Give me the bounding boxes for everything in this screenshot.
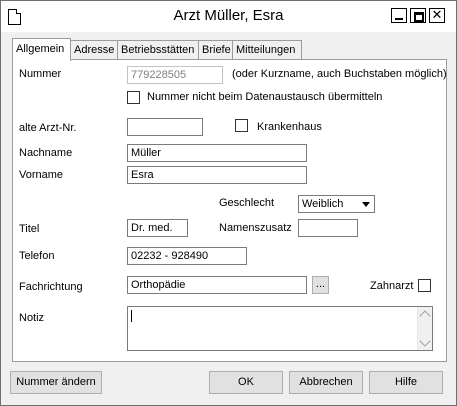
dialog-window: Arzt Müller, Esra ✕ Allgemein Adresse Be… (0, 0, 457, 406)
geschlecht-value: Weiblich (302, 198, 344, 210)
geschlecht-label: Geschlecht (219, 197, 275, 209)
geschlecht-select[interactable]: Weiblich (298, 195, 375, 213)
close-icon[interactable]: ✕ (429, 7, 445, 23)
telefon-field[interactable]: 02232 - 928490 (127, 247, 247, 265)
no-exchange-checkbox[interactable] (127, 91, 140, 104)
fachrichtung-field[interactable]: Orthopädie (127, 276, 307, 294)
vorname-field[interactable]: Esra (127, 166, 307, 184)
fachrichtung-browse-button[interactable]: ... (312, 276, 329, 294)
krankenhaus-checkbox[interactable] (235, 119, 248, 132)
krankenhaus-label[interactable]: Krankenhaus (257, 121, 322, 133)
tab-adresse[interactable]: Adresse (70, 40, 118, 59)
nachname-field[interactable]: Müller (127, 144, 307, 162)
no-exchange-label[interactable]: Nummer nicht beim Datenaustausch übermit… (147, 91, 382, 103)
zahnarzt-label[interactable]: Zahnarzt (370, 280, 413, 292)
nachname-label: Nachname (19, 147, 73, 159)
alte-nr-label: alte Arzt-Nr. (19, 122, 77, 134)
scroll-up-icon[interactable] (419, 310, 431, 322)
scroll-down-icon[interactable] (419, 335, 431, 347)
tab-allgemein[interactable]: Allgemein (12, 38, 71, 61)
zahnarzt-checkbox[interactable] (418, 279, 431, 292)
text-caret (131, 310, 132, 322)
fachrichtung-label: Fachrichtung (19, 281, 83, 293)
tab-briefe[interactable]: Briefe (198, 40, 233, 59)
cancel-button[interactable]: Abbrechen (289, 371, 363, 394)
title-bar[interactable]: Arzt Müller, Esra ✕ (1, 1, 456, 32)
tab-panel-allgemein: Nummer 779228505 (oder Kurzname, auch Bu… (12, 59, 447, 362)
namenszusatz-label: Namenszusatz (219, 222, 292, 234)
vorname-label: Vorname (19, 169, 64, 181)
notiz-scrollbar[interactable] (417, 307, 432, 350)
nummer-hint: (oder Kurzname, auch Buchstaben möglich) (232, 68, 447, 80)
alte-nr-field[interactable] (127, 118, 203, 136)
tab-betriebsstaetten[interactable]: Betriebsstätten (117, 40, 199, 59)
nummer-aendern-button[interactable]: Nummer ändern (10, 371, 102, 394)
telefon-label: Telefon (19, 250, 55, 262)
ok-button[interactable]: OK (209, 371, 283, 394)
chevron-down-icon[interactable] (361, 199, 372, 209)
tab-mitteilungen[interactable]: Mitteilungen (232, 40, 302, 59)
titel-label: Titel (19, 223, 40, 235)
window-title: Arzt Müller, Esra (173, 7, 284, 24)
notiz-textarea[interactable] (127, 306, 433, 351)
maximize-icon[interactable] (410, 8, 426, 23)
namenszusatz-field[interactable] (298, 219, 358, 237)
nummer-field: 779228505 (127, 66, 223, 84)
titel-field[interactable]: Dr. med. (127, 219, 188, 237)
help-button[interactable]: Hilfe (369, 371, 443, 394)
nummer-label: Nummer (19, 68, 62, 80)
minimize-icon[interactable] (391, 8, 407, 23)
notiz-label: Notiz (19, 312, 45, 324)
